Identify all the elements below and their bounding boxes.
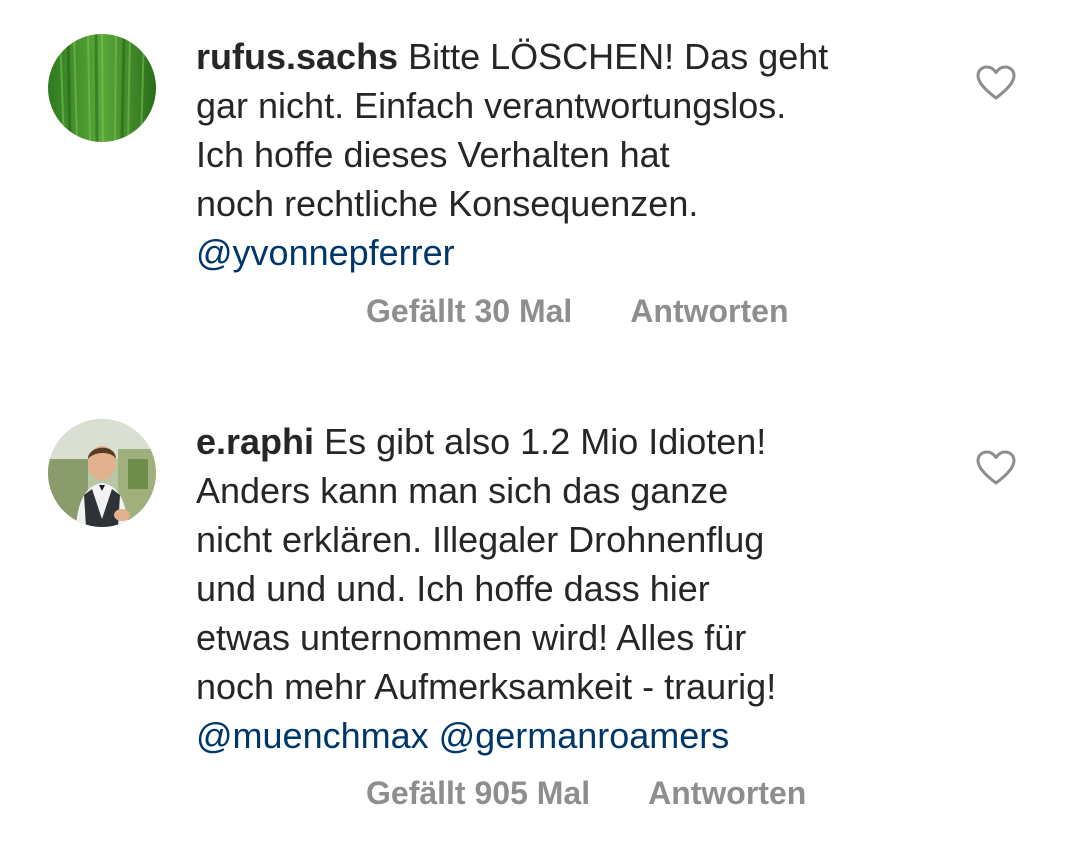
heart-outline-icon[interactable] [976, 65, 1016, 101]
comment-text-line: Es gibt also 1.2 Mio Idioten! [324, 421, 767, 462]
comment-username[interactable]: e.raphi [196, 421, 314, 462]
comment-text: rufus.sachs Bitte LÖSCHEN! Das geht gar … [196, 32, 936, 277]
likes-count[interactable]: Gefällt 30 Mal [366, 293, 572, 330]
reply-button[interactable]: Antworten [630, 293, 788, 330]
comment-meta: Gefällt 30 Mal Antworten [366, 293, 789, 330]
comment-text-line: noch rechtliche Konsequenzen. [196, 183, 699, 224]
comment-text-line: nicht erklären. Illegaler Drohnenflug [196, 519, 765, 560]
comment-text: e.raphi Es gibt also 1.2 Mio Idioten! An… [196, 417, 936, 760]
comment-meta: Gefällt 905 Mal Antworten [366, 775, 806, 812]
comment-text-line: Anders kann man sich das ganze [196, 470, 729, 511]
heart-outline-icon[interactable] [976, 450, 1016, 486]
avatar[interactable] [48, 34, 156, 142]
green-leaf-avatar-image [48, 34, 156, 142]
comment-username[interactable]: rufus.sachs [196, 36, 398, 77]
comment-text-line: etwas unternommen wird! Alles für [196, 617, 747, 658]
avatar[interactable] [48, 419, 156, 527]
likes-count[interactable]: Gefällt 905 Mal [366, 775, 590, 812]
comment-text-line: und und und. Ich hoffe dass hier [196, 568, 710, 609]
comment-text-line: noch mehr Aufmerksamkeit - traurig! [196, 666, 777, 707]
mention-link[interactable]: @yvonnepferrer [196, 228, 936, 277]
comment-text-line: Bitte LÖSCHEN! Das geht [408, 36, 829, 77]
person-photo-avatar-image [48, 419, 156, 527]
reply-button[interactable]: Antworten [648, 775, 806, 812]
mention-link[interactable]: @muenchmax @germanroamers [196, 711, 936, 760]
comment-text-line: Ich hoffe dieses Verhalten hat [196, 134, 670, 175]
comment-text-line: gar nicht. Einfach verantwortungslos. [196, 85, 787, 126]
